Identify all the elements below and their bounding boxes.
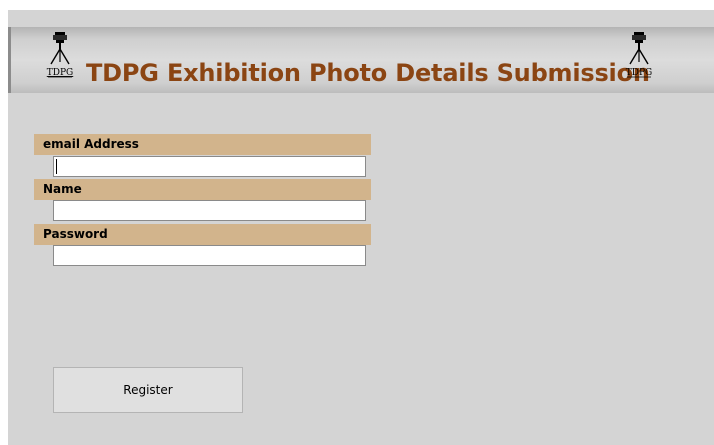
page-title: TDPG Exhibition Photo Details Submission	[86, 59, 650, 87]
text-caret	[56, 159, 57, 174]
tripod-camera-icon: TDPG	[626, 32, 652, 78]
svg-text:TDPG: TDPG	[47, 68, 73, 78]
password-label: Password	[34, 224, 371, 245]
tdpg-logo-left: TDPG	[45, 30, 75, 88]
svg-text:TDPG: TDPG	[626, 68, 652, 78]
name-label: Name	[34, 179, 371, 200]
tripod-camera-icon: TDPG	[47, 32, 73, 78]
email-address-input[interactable]	[53, 156, 366, 177]
register-button[interactable]: Register	[53, 367, 243, 413]
tdpg-logo-right: TDPG	[624, 30, 654, 88]
name-input[interactable]	[53, 200, 366, 221]
password-input[interactable]	[53, 245, 366, 266]
email-address-label: email Address	[34, 134, 371, 155]
